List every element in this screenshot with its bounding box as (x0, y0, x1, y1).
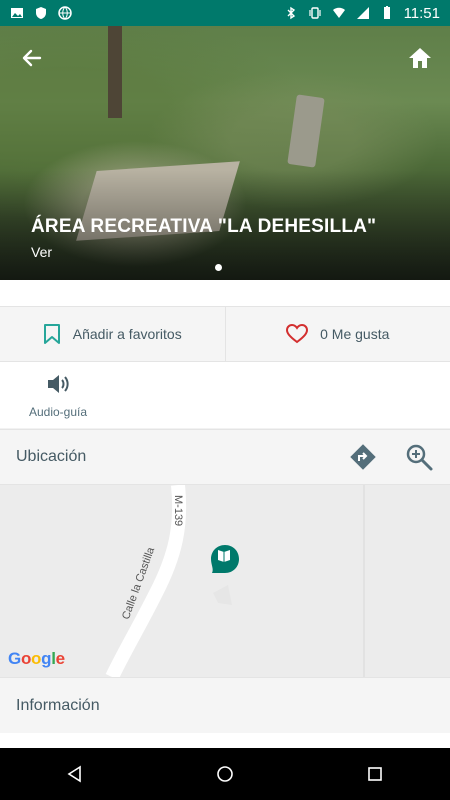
signal-icon (356, 7, 369, 19)
road-label-m139: M-139 (172, 495, 184, 527)
shield-icon (36, 7, 46, 19)
info-header[interactable]: Información (0, 677, 450, 733)
globe-icon (58, 6, 72, 20)
nav-home-icon[interactable] (215, 764, 235, 784)
status-bar: 11:51 (0, 0, 450, 26)
directions-icon[interactable] (348, 442, 378, 472)
home-icon[interactable] (406, 44, 434, 72)
image-icon (11, 8, 23, 18)
audio-section: Audio-guía (0, 362, 450, 428)
hero-image[interactable]: ÁREA RECREATIVA "LA DEHESILLA" Ver (0, 26, 450, 280)
back-arrow-icon[interactable] (18, 44, 46, 72)
info-title: Información (16, 696, 100, 714)
status-time: 11:51 (403, 4, 440, 22)
nav-back-icon[interactable] (65, 764, 85, 784)
zoom-in-icon[interactable] (404, 442, 434, 472)
like-button[interactable]: 0 Me gusta (224, 307, 450, 361)
location-header: Ubicación (0, 429, 450, 485)
actions-row: Añadir a favoritos 0 Me gusta (0, 306, 450, 362)
add-favorites-button[interactable]: Añadir a favoritos (0, 307, 225, 361)
bluetooth-icon (287, 6, 295, 20)
wifi-icon (332, 7, 345, 18)
location-title: Ubicación (16, 448, 87, 465)
battery-icon (383, 6, 390, 19)
like-count-label: 0 Me gusta (320, 326, 390, 342)
carousel-indicator (215, 264, 222, 271)
heart-icon (286, 324, 309, 344)
audio-guide-button[interactable]: Audio-guía (22, 372, 94, 419)
info-content (0, 733, 450, 748)
nav-recents-icon[interactable] (365, 764, 385, 784)
spacer (0, 280, 450, 306)
vibrate-icon (308, 7, 321, 19)
place-title: ÁREA RECREATIVA "LA DEHESILLA" (31, 216, 377, 237)
add-favorites-label: Añadir a favoritos (72, 326, 182, 342)
google-logo: Google (8, 649, 65, 668)
map-pin-icon[interactable] (211, 545, 239, 573)
system-nav-bar (0, 748, 450, 800)
speaker-icon (48, 375, 69, 393)
view-link[interactable]: Ver (31, 244, 52, 260)
audio-guide-label: Audio-guía (28, 405, 88, 419)
bookmark-icon (43, 324, 60, 344)
map-view[interactable]: M-139 Calle la Castilla Google (0, 485, 450, 677)
